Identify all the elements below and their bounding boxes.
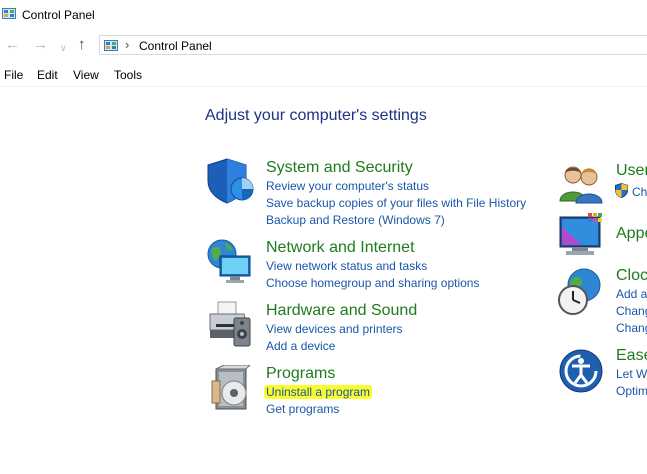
category-appearance[interactable]: Appe xyxy=(616,225,647,243)
navigation-bar: ← → ∨ ↑ › Control Panel xyxy=(0,34,647,58)
category-hardware-and-sound[interactable]: Hardware and Sound xyxy=(266,302,417,320)
link-optimize-visual-display[interactable]: Optim xyxy=(616,384,647,398)
link-add-a-device[interactable]: Add a device xyxy=(266,339,335,353)
category-ease-of-access[interactable]: Ease xyxy=(616,347,647,365)
link-backup-and-restore[interactable]: Backup and Restore (Windows 7) xyxy=(266,213,445,227)
menu-bar: File Edit View Tools xyxy=(0,66,647,87)
breadcrumb-control-panel[interactable]: Control Panel xyxy=(139,39,212,53)
category-clock-region[interactable]: Clock xyxy=(616,267,647,285)
link-get-programs[interactable]: Get programs xyxy=(266,402,339,416)
breadcrumb-chevron-icon[interactable]: › xyxy=(125,37,129,52)
back-arrow-icon[interactable]: ← xyxy=(5,37,20,53)
menu-view[interactable]: View xyxy=(73,68,99,82)
printer-icon[interactable] xyxy=(206,300,256,348)
menu-tools[interactable]: Tools xyxy=(114,68,142,82)
control-panel-icon xyxy=(2,8,16,19)
uninstall-highlight[interactable]: Uninstall a program xyxy=(264,385,373,399)
link-review-computer-status[interactable]: Review your computer's status xyxy=(266,179,429,193)
link-homegroup-sharing[interactable]: Choose homegroup and sharing options xyxy=(266,276,479,290)
link-view-network-status[interactable]: View network status and tasks xyxy=(266,259,427,273)
window-title: Control Panel xyxy=(22,8,95,22)
user-accounts-icon[interactable] xyxy=(558,163,604,205)
category-programs[interactable]: Programs xyxy=(266,365,335,383)
address-bar[interactable]: › Control Panel xyxy=(99,35,647,55)
link-save-backup-file-history[interactable]: Save backup copies of your files with Fi… xyxy=(266,196,526,210)
forward-arrow-icon[interactable]: → xyxy=(33,37,48,53)
shield-icon[interactable] xyxy=(206,157,256,205)
clock-globe-icon[interactable] xyxy=(556,267,606,317)
link-let-windows-suggest[interactable]: Let W xyxy=(616,367,647,381)
link-clock-change-2[interactable]: Chang xyxy=(616,321,647,335)
network-globe-icon[interactable] xyxy=(206,237,256,285)
page-heading: Adjust your computer's settings xyxy=(205,107,427,124)
up-arrow-icon[interactable]: ↑ xyxy=(78,37,86,53)
category-system-and-security[interactable]: System and Security xyxy=(266,159,413,177)
programs-disc-box-icon[interactable] xyxy=(210,365,254,411)
link-clock-add[interactable]: Add a xyxy=(616,287,647,301)
uac-shield-icon xyxy=(615,183,628,198)
link-clock-change-1[interactable]: Chang xyxy=(616,304,647,318)
control-panel-icon xyxy=(104,40,118,51)
recent-locations-chevron-icon[interactable]: ∨ xyxy=(60,40,67,56)
menu-edit[interactable]: Edit xyxy=(37,68,58,82)
category-network-and-internet[interactable]: Network and Internet xyxy=(266,239,415,257)
link-uninstall-a-program[interactable]: Uninstall a program xyxy=(264,385,373,399)
ease-of-access-icon[interactable] xyxy=(558,348,604,394)
link-view-devices-printers[interactable]: View devices and printers xyxy=(266,322,403,336)
link-change-account-type[interactable]: Ch xyxy=(632,185,647,199)
appearance-monitor-icon[interactable] xyxy=(558,213,606,259)
category-user-accounts[interactable]: User xyxy=(616,162,647,180)
title-bar: Control Panel xyxy=(0,0,647,30)
menu-file[interactable]: File xyxy=(4,68,23,82)
